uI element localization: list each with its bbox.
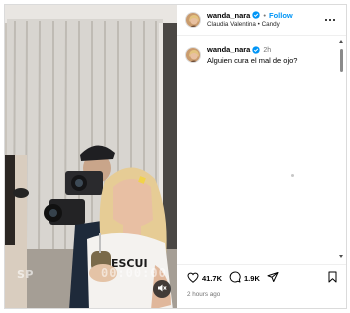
post-modal: ESCUI SP 00:00:00 wanda_nara • Follow Cl… xyxy=(4,4,347,309)
post-header: wanda_nara • Follow Claudia Valentina • … xyxy=(177,5,346,36)
post-actions: 41.7K 1.9K 2 hours ago xyxy=(177,264,346,308)
author-avatar[interactable] xyxy=(185,12,201,28)
heart-icon xyxy=(187,270,199,288)
verified-badge-icon xyxy=(252,11,261,20)
share-icon xyxy=(267,270,279,288)
verified-badge-icon xyxy=(252,46,261,54)
author-username[interactable]: wanda_nara xyxy=(207,12,250,20)
caption-username[interactable]: wanda_nara xyxy=(207,46,250,54)
volume-muted-icon xyxy=(157,280,167,298)
mute-button[interactable] xyxy=(153,280,171,298)
comment-count[interactable]: 1.9K xyxy=(244,274,260,283)
like-button[interactable]: 41.7K xyxy=(187,270,222,288)
scroll-up-arrow-icon[interactable] xyxy=(339,40,343,43)
scrollbar-thumb[interactable] xyxy=(339,49,343,72)
video-frame: ESCUI xyxy=(5,5,177,308)
video-overlay-text: SP xyxy=(17,268,34,281)
more-options-icon[interactable] xyxy=(323,15,337,25)
bookmark-icon xyxy=(327,270,338,288)
save-button[interactable] xyxy=(327,270,338,288)
post-video[interactable]: ESCUI SP 00:00:00 xyxy=(5,5,177,308)
post-caption: wanda_nara 2h Alguien cura el mal de ojo… xyxy=(185,46,332,65)
post-side-panel: wanda_nara • Follow Claudia Valentina • … xyxy=(177,5,346,308)
comment-icon xyxy=(229,270,241,288)
like-count[interactable]: 41.7K xyxy=(202,274,222,283)
comments-section: wanda_nara 2h Alguien cura el mal de ojo… xyxy=(177,36,346,264)
post-timestamp[interactable]: 2 hours ago xyxy=(187,291,338,298)
audio-attribution[interactable]: Claudia Valentina • Candy xyxy=(207,22,323,29)
caption-time[interactable]: 2h xyxy=(263,47,271,54)
caption-text: Alguien cura el mal de ojo? xyxy=(207,56,298,65)
comments-scrollbar[interactable] xyxy=(339,40,343,258)
comments-loading-indicator xyxy=(291,174,294,177)
video-overlay-timer: 00:00:00 xyxy=(101,266,167,280)
scroll-down-arrow-icon[interactable] xyxy=(339,255,343,258)
share-button[interactable] xyxy=(267,270,279,288)
header-separator: • xyxy=(263,10,266,20)
follow-button[interactable]: Follow xyxy=(269,12,293,20)
caption-avatar[interactable] xyxy=(185,47,201,63)
comment-button[interactable]: 1.9K xyxy=(229,270,260,288)
